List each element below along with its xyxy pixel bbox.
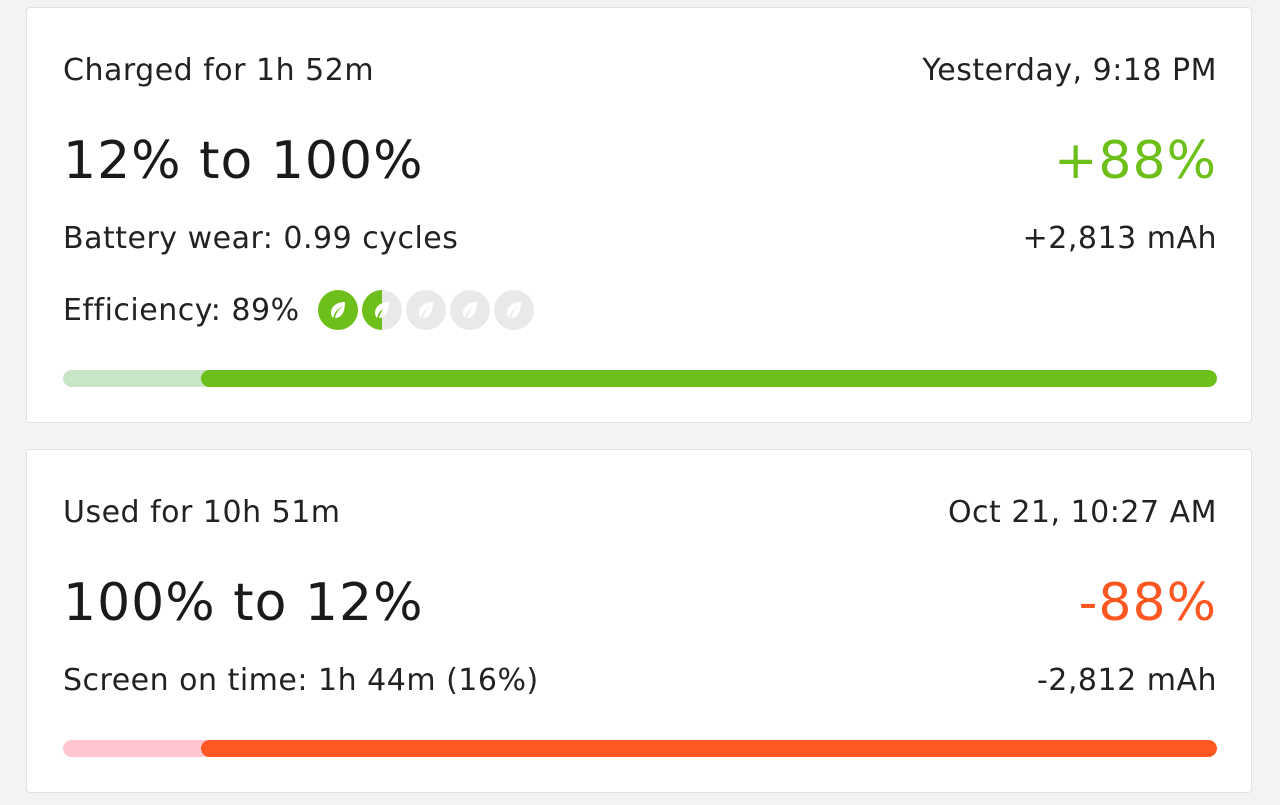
usage-delta-percent: -88%: [1078, 573, 1217, 633]
efficiency-rating: [317, 290, 534, 330]
leaf-icon: [317, 290, 358, 330]
charge-progress-fill: [201, 370, 1217, 387]
usage-range: 100% to 12%: [63, 573, 424, 633]
charge-duration: Charged for 1h 52m: [63, 52, 375, 88]
usage-progress-bar: [63, 740, 1217, 757]
charge-range: 12% to 100%: [63, 131, 424, 191]
efficiency-label: Efficiency: 89%: [63, 292, 300, 328]
usage-duration: Used for 10h 51m: [63, 494, 341, 530]
usage-progress-fill: [201, 740, 1217, 757]
leaf-icon: [361, 290, 402, 330]
usage-session-card[interactable]: Used for 10h 51m Oct 21, 10:27 AM 100% t…: [26, 449, 1252, 793]
leaf-icon: [449, 290, 490, 330]
usage-delta-mah: -2,812 mAh: [1036, 662, 1217, 698]
charge-delta-percent: +88%: [1053, 131, 1217, 191]
charge-progress-bar: [63, 370, 1217, 387]
battery-wear: Battery wear: 0.99 cycles: [63, 220, 459, 256]
leaf-icon: [493, 290, 534, 330]
charge-delta-mah: +2,813 mAh: [1022, 220, 1217, 256]
leaf-icon: [405, 290, 446, 330]
charge-timestamp: Yesterday, 9:18 PM: [922, 52, 1217, 88]
screen-on-time: Screen on time: 1h 44m (16%): [63, 662, 539, 698]
usage-timestamp: Oct 21, 10:27 AM: [947, 494, 1217, 530]
charge-session-card[interactable]: Charged for 1h 52m Yesterday, 9:18 PM 12…: [26, 7, 1252, 423]
